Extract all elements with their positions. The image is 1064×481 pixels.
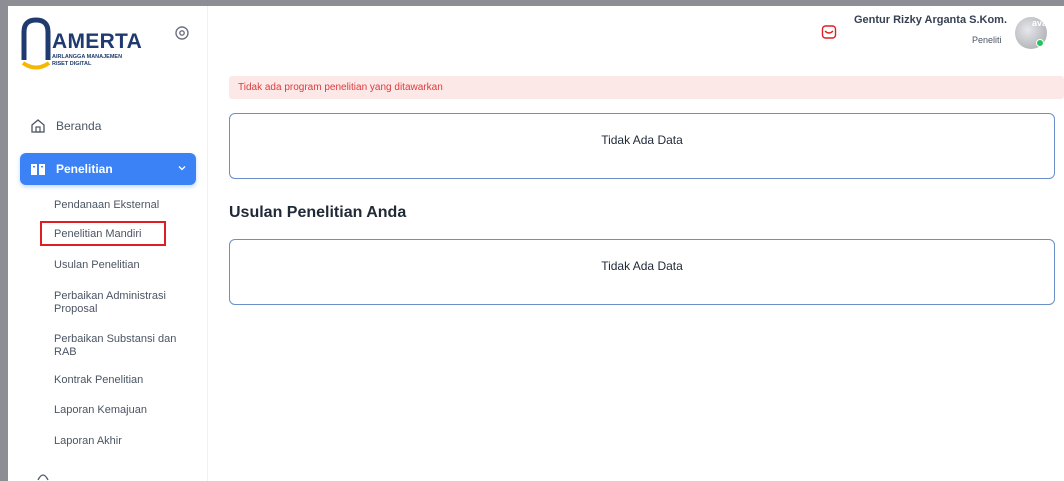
submenu-perbaikan-substansi[interactable]: Perbaikan Substansi dan RAB bbox=[54, 333, 194, 359]
program-list-empty: Tidak Ada Data bbox=[229, 113, 1055, 179]
brand-subtitle: AIRLANGGA MANAJEMEN bbox=[52, 54, 123, 60]
submenu-pendanaan-eksternal[interactable]: Pendanaan Eksternal bbox=[54, 199, 204, 212]
sidebar: AMERTA AIRLANGGA MANAJEMEN RISET DIGITAL… bbox=[8, 6, 208, 481]
empty-state-text: Tidak Ada Data bbox=[601, 259, 683, 273]
sidebar-item-penelitian[interactable]: Penelitian bbox=[20, 153, 196, 185]
inbox-icon[interactable] bbox=[821, 24, 837, 40]
sidebar-item-beranda[interactable]: Beranda bbox=[20, 110, 196, 142]
online-status-dot bbox=[1036, 39, 1044, 47]
submenu-usulan-penelitian[interactable]: Usulan Penelitian bbox=[54, 259, 204, 272]
user-name: Gentur Rizky Arganta S.Kom. bbox=[854, 14, 1008, 26]
brand-logo[interactable]: AMERTA AIRLANGGA MANAJEMEN RISET DIGITAL bbox=[20, 16, 150, 70]
brand-title: AMERTA bbox=[52, 30, 143, 53]
home-icon bbox=[31, 119, 45, 133]
submenu-laporan-akhir[interactable]: Laporan Akhir bbox=[54, 435, 204, 448]
amerta-logo-icon bbox=[21, 17, 51, 70]
section-title: Usulan Penelitian Anda bbox=[229, 204, 407, 221]
next-menu-icon[interactable] bbox=[36, 472, 50, 481]
user-role: Peneliti bbox=[972, 35, 1002, 45]
submenu-penelitian-mandiri[interactable]: Penelitian Mandiri bbox=[54, 228, 204, 241]
proposal-list-empty: Tidak Ada Data bbox=[229, 239, 1055, 305]
submenu-perbaikan-administrasi[interactable]: Perbaikan Administrasi Proposal bbox=[54, 290, 184, 316]
alert-message: Tidak ada program penelitian yang ditawa… bbox=[229, 76, 1064, 99]
brand-subtitle-2: RISET DIGITAL bbox=[52, 61, 92, 67]
sidebar-item-label: Beranda bbox=[56, 119, 102, 133]
book-icon bbox=[31, 164, 45, 175]
submenu-laporan-kemajuan[interactable]: Laporan Kemajuan bbox=[54, 404, 204, 417]
collapse-sidebar-icon[interactable] bbox=[174, 25, 190, 41]
alert-text: Tidak ada program penelitian yang ditawa… bbox=[238, 82, 443, 93]
empty-state-text: Tidak Ada Data bbox=[601, 133, 683, 147]
chevron-down-icon bbox=[178, 166, 186, 171]
app-window: AMERTA AIRLANGGA MANAJEMEN RISET DIGITAL… bbox=[8, 6, 1064, 481]
sidebar-item-label: Penelitian bbox=[56, 162, 113, 176]
submenu-kontrak-penelitian[interactable]: Kontrak Penelitian bbox=[54, 374, 204, 387]
avatar-alt-text: ava bbox=[1032, 18, 1047, 28]
